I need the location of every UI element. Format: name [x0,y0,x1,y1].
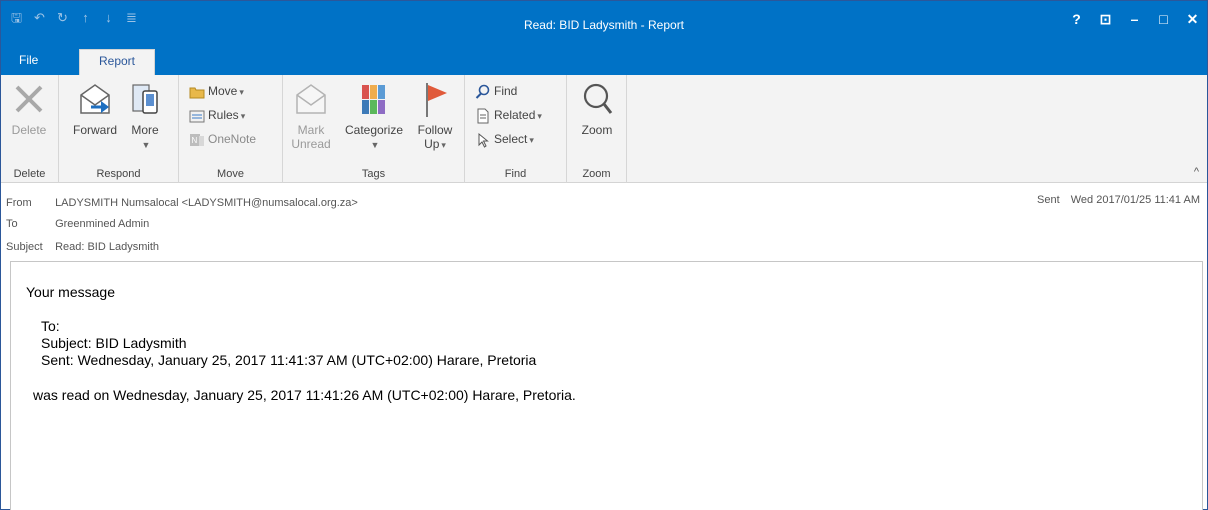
body-line-your-message: Your message [26,284,115,300]
subject-value: Read: BID Ladysmith [55,241,159,253]
help-button[interactable]: ? [1062,9,1091,29]
categorize-icon [362,85,385,114]
zoom-group-label: Zoom [582,168,611,180]
mark-label: Mark [297,123,325,137]
title-bar: 🖫 ↶ ↻ ↑ ↓ ≣ Read: BID Ladysmith - Report… [1,1,1207,47]
chevron-down-icon: ▾ [441,140,446,150]
move-folder-icon [189,87,205,99]
delete-group: Delete Delete [1,75,59,183]
chevron-down-icon: ▾ [537,111,542,121]
unread-label: Unread [291,137,331,151]
zoom-button[interactable]: Zoom [575,79,619,137]
message-header: From LADYSMITH Numsalocal <LADYSMITH@num… [1,184,1207,258]
move-label: Move [208,84,238,98]
chevron-down-icon: ▾ [529,135,534,145]
forward-button[interactable]: Forward [69,79,121,137]
maximize-button[interactable]: □ [1149,9,1178,29]
select-button[interactable]: Select ▾ [475,129,534,149]
to-value[interactable]: Greenmined Admin [55,218,149,230]
onenote-icon: N [190,133,204,146]
follow-label: Follow [417,123,453,137]
follow-up-button[interactable]: Follow Up ▾ [413,79,457,151]
to-row: To Greenmined Admin [6,215,149,233]
delete-group-label: Delete [13,168,46,180]
up-label: Up [424,137,440,151]
flag-icon [426,83,447,117]
categorize-label: Categorize [344,123,404,137]
tab-report[interactable]: Report [79,49,155,75]
rules-icon [189,110,205,123]
from-row: From LADYSMITH Numsalocal <LADYSMITH@num… [6,194,358,212]
move-button[interactable]: Move ▾ [189,81,244,101]
tab-file[interactable]: File [7,47,50,75]
body-line-subject: Subject: BID Ladysmith [41,335,187,351]
to-label: To [6,218,18,230]
categorize-button[interactable]: Categorize ▼ [339,79,409,151]
related-label: Related [494,108,536,122]
subject-label: Subject [6,241,43,253]
message-body[interactable]: Your message To: Subject: BID Ladysmith … [10,261,1203,510]
tags-group: Mark Unread Categorize ▼ Follow Up ▾ Tag… [283,75,465,183]
cursor-icon [478,132,489,148]
body-line-read-on: was read on Wednesday, January 25, 2017 … [33,387,576,403]
related-document-icon [477,108,489,124]
chevron-down-icon: ▾ [239,87,244,97]
onenote-button[interactable]: N OneNote [189,129,256,149]
more-label: More [131,123,159,137]
sent-value: Wed 2017/01/25 11:41 AM [1070,194,1200,206]
ribbon-tabs: File Report [1,47,1207,75]
find-label: Find [494,84,518,98]
minimize-button[interactable]: – [1120,9,1149,29]
delete-button[interactable]: Delete [7,79,51,137]
ribbon: Delete Delete Forward More ▼ Respond Mov… [1,75,1207,183]
mark-unread-button[interactable]: Mark Unread [289,79,333,151]
search-icon [475,84,490,99]
select-label: Select [494,132,528,146]
rules-label: Rules [208,108,239,122]
respond-group: Forward More ▼ Respond [59,75,179,183]
find-group-label: Find [504,168,527,180]
subject-row: Subject Read: BID Ladysmith [6,238,159,256]
magnifier-icon [583,83,613,114]
outlook-report-window: 🖫 ↶ ↻ ↑ ↓ ≣ Read: BID Ladysmith - Report… [0,0,1208,510]
chevron-down-icon: ▼ [370,140,380,150]
from-value[interactable]: LADYSMITH Numsalocal <LADYSMITH@numsaloc… [55,197,358,209]
tags-group-label: Tags [361,168,386,180]
move-group-label: Move [217,168,244,180]
window-controls: ? ⊡ – □ ✕ [1062,9,1207,29]
delete-label: Delete [11,123,47,137]
forward-envelope-icon [80,84,110,114]
more-respond-icon [132,84,158,114]
sent-label: Sent [1037,194,1060,206]
zoom-group: Zoom Zoom [567,75,627,183]
sent-info: Sent Wed 2017/01/25 11:41 AM [1037,194,1200,206]
related-button[interactable]: Related ▾ [475,105,542,125]
zoom-label: Zoom [581,123,613,137]
forward-label: Forward [72,123,117,137]
body-line-sent: Sent: Wednesday, January 25, 2017 11:41:… [41,352,537,368]
chevron-down-icon: ▼ [141,140,151,150]
from-label: From [6,197,32,209]
mark-unread-icon [296,84,326,114]
body-line-to: To: [41,318,60,334]
delete-x-icon [15,85,43,113]
move-group: Move ▾ Rules ▾ N OneNote Move [179,75,283,183]
close-button[interactable]: ✕ [1178,9,1207,29]
find-button[interactable]: Find [475,81,517,101]
svg-text:N: N [192,136,198,145]
rules-button[interactable]: Rules ▾ [189,105,245,125]
ribbon-display-options-button[interactable]: ⊡ [1091,9,1120,29]
find-group: Find Related ▾ Select ▾ Find [465,75,567,183]
collapse-ribbon-icon[interactable]: ^ [1194,166,1199,178]
onenote-label: OneNote [208,132,257,146]
respond-group-label: Respond [96,168,141,180]
chevron-down-icon: ▾ [240,111,246,121]
more-button[interactable]: More ▼ [125,79,165,151]
window-title: Read: BID Ladysmith - Report [523,18,685,32]
